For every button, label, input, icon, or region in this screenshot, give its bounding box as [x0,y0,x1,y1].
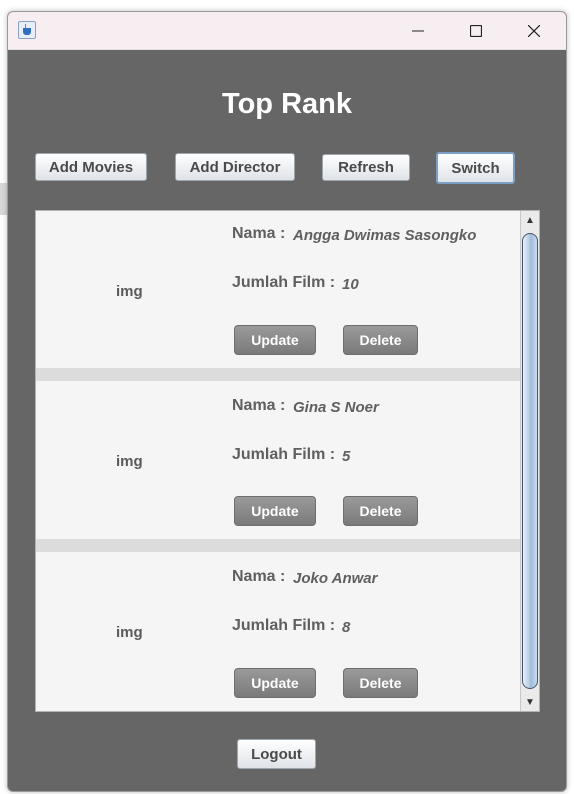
refresh-button[interactable]: Refresh [322,154,410,181]
director-card: img Nama : Joko Anwar Jumlah Film : 8 Up… [36,552,520,709]
scroll-down-arrow-icon[interactable]: ▼ [523,695,537,709]
delete-button[interactable]: Delete [343,668,418,698]
card-separator [36,539,520,552]
film-count: 10 [342,276,359,293]
app-window: Top Rank Add Movies Add Director Refresh… [7,11,567,792]
scroll-up-arrow-icon[interactable]: ▲ [523,213,537,227]
nama-label: Nama : [232,568,286,585]
jumlah-film-label: Jumlah Film : [232,617,336,634]
film-count: 8 [342,619,351,636]
director-card: img Nama : Gina S Noer Jumlah Film : 5 U… [36,381,520,538]
close-icon [528,24,540,37]
jumlah-film-label: Jumlah Film : [232,446,336,463]
nama-label: Nama : [232,225,286,242]
director-card: img Nama : Angga Dwimas Sasongko Jumlah … [36,211,520,368]
add-movies-button[interactable]: Add Movies [35,153,147,181]
nama-label: Nama : [232,397,286,414]
java-cup-icon [18,21,36,39]
update-button[interactable]: Update [234,496,316,526]
scrollbar-thumb[interactable] [522,233,538,689]
update-button[interactable]: Update [234,668,316,698]
page-title: Top Rank [222,88,352,120]
maximize-icon [470,24,482,37]
delete-button[interactable]: Delete [343,496,418,526]
title-bar [8,12,566,50]
director-name: Joko Anwar [293,570,378,587]
director-image-placeholder: img [116,283,143,300]
update-button[interactable]: Update [234,325,316,355]
vertical-scrollbar[interactable]: ▲ ▼ [520,211,539,711]
minimize-button[interactable] [389,12,447,49]
delete-button[interactable]: Delete [343,325,418,355]
jumlah-film-label: Jumlah Film : [232,274,336,291]
add-director-button[interactable]: Add Director [175,153,295,181]
maximize-button[interactable] [447,12,505,49]
close-button[interactable] [505,12,563,49]
director-list[interactable]: img Nama : Angga Dwimas Sasongko Jumlah … [35,210,540,712]
director-image-placeholder: img [116,624,143,641]
switch-button[interactable]: Switch [436,152,515,184]
film-count: 5 [342,448,351,465]
minimize-icon [412,30,424,31]
director-name: Angga Dwimas Sasongko [293,227,477,244]
director-image-placeholder: img [116,453,143,470]
director-name: Gina S Noer [293,399,379,416]
card-separator [36,368,520,381]
logout-button[interactable]: Logout [237,739,316,769]
